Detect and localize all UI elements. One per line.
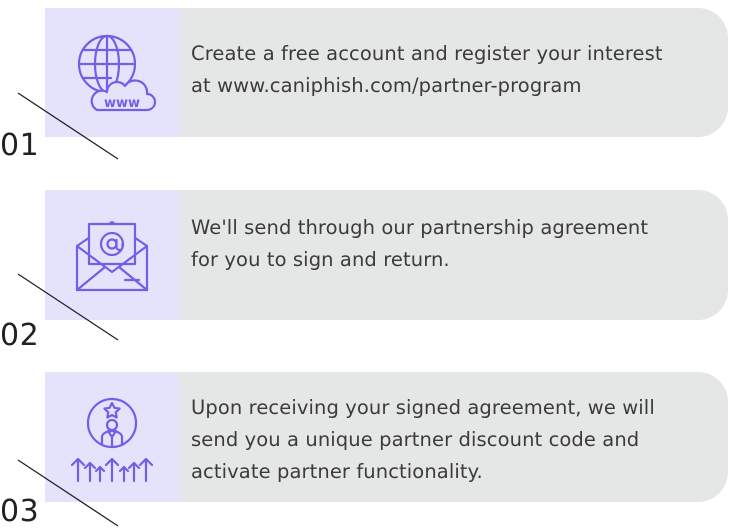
step-3-text: Upon receiving your signed agreement, we… xyxy=(191,392,716,488)
step-3-line-2: send you a unique partner discount code … xyxy=(191,428,640,451)
step-3-line-3: activate partner functionality. xyxy=(191,460,483,483)
step-3: Upon receiving your signed agreement, we… xyxy=(0,0,732,529)
step-3-number: 03 xyxy=(0,494,40,529)
step-3-line-1: Upon receiving your signed agreement, we… xyxy=(191,396,655,419)
